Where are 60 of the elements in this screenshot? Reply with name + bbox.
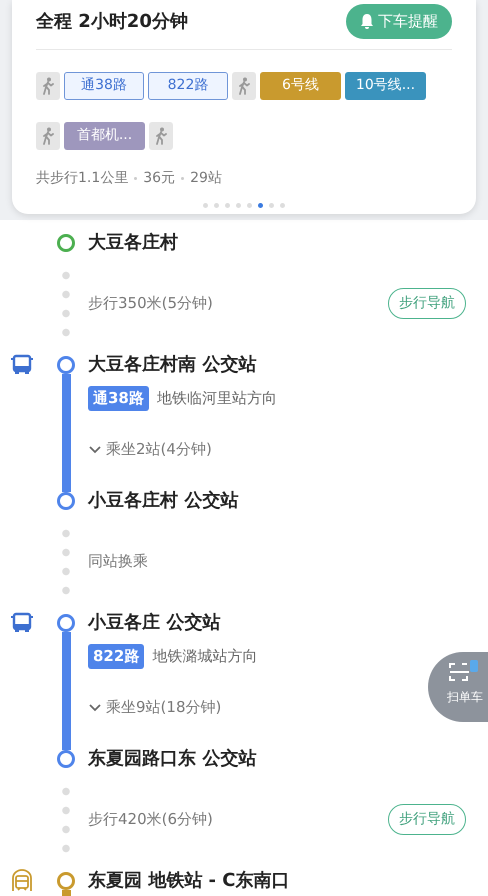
separator-dot [134, 176, 138, 180]
chevron-down-icon [88, 444, 102, 454]
bus-line-badge[interactable]: 通38路 [88, 386, 149, 411]
walking-person-icon [42, 126, 54, 144]
stop-marker [57, 234, 75, 252]
walking-person-icon [155, 126, 167, 144]
page-indicator-dot[interactable] [225, 202, 230, 208]
walking-distance: 步行420米(6分钟) [88, 809, 213, 830]
stop-marker [57, 492, 75, 510]
walking-segment[interactable] [232, 72, 256, 100]
walking-segment[interactable] [36, 122, 60, 150]
page-indicator-dot[interactable] [236, 202, 241, 208]
scan-bike-button[interactable]: 扫单车 [428, 652, 488, 722]
separator-dot [181, 176, 184, 180]
stop-name: 小豆各庄 公交站 [88, 610, 222, 634]
bell-icon [360, 13, 374, 30]
stop-marker [57, 614, 75, 632]
walking-person-icon [42, 76, 54, 94]
bus-line-tag[interactable]: 822路 [148, 72, 228, 100]
stop-name: 东夏园 地铁站 - C东南口 [88, 868, 290, 892]
ride-summary[interactable]: 乘坐2站(4分钟) [88, 438, 212, 461]
walking-person-icon [238, 76, 250, 94]
bus-icon [11, 612, 33, 634]
direction-text: 地铁临河里站方向 [156, 388, 277, 410]
scan-bike-label: 扫单车 [447, 689, 483, 706]
trip-duration: 全程 2小时20分钟 [36, 10, 188, 34]
walking-navigation-button[interactable]: 步行导航 [388, 804, 466, 835]
chevron-down-icon [88, 702, 102, 712]
page-indicator-dot[interactable] [258, 202, 263, 208]
trip-stat: 共步行1.1公里 [36, 168, 128, 188]
walking-segment[interactable] [149, 122, 173, 150]
walking-segment[interactable] [36, 72, 60, 100]
page-indicator-dot[interactable] [203, 202, 208, 208]
route-summary-card[interactable]: 全程 2小时20分钟 下车提醒 通38路 822路 6号线 10号线... 首都机... 共步行1.1公里 36元 29站 [12, 0, 476, 214]
stop-name: 大豆各庄村 [88, 230, 179, 254]
bus-line-tag[interactable]: 通38路 [64, 72, 144, 100]
stop-name: 东夏园路口东 公交站 [88, 746, 258, 770]
page-indicator-dot[interactable] [269, 202, 274, 208]
page-indicator-dot[interactable] [280, 202, 285, 208]
bus-line-badge[interactable]: 822路 [88, 644, 144, 669]
stop-name: 小豆各庄村 公交站 [88, 488, 240, 512]
arrival-alert-button[interactable]: 下车提醒 [346, 4, 452, 38]
subway-icon [11, 868, 33, 892]
subway-line-tag[interactable]: 6号线 [260, 72, 341, 100]
direction-text: 地铁潞城站方向 [152, 646, 258, 668]
ride-summary[interactable]: 乘坐9站(18分钟) [88, 696, 222, 719]
stop-marker [57, 750, 75, 768]
page-indicator-dot[interactable] [214, 202, 219, 208]
walking-navigation-button[interactable]: 步行导航 [388, 288, 466, 319]
subway-line-tag[interactable]: 首都机... [64, 122, 145, 150]
page-indicator-dot[interactable] [247, 202, 252, 208]
stop-marker [57, 356, 75, 374]
transfer-note: 同站换乘 [88, 551, 148, 572]
subway-line-tag[interactable]: 10号线... [345, 72, 426, 100]
trip-stat: 29站 [190, 168, 222, 188]
stop-name: 大豆各庄村南 公交站 [88, 352, 258, 376]
walking-distance: 步行350米(5分钟) [88, 293, 213, 314]
stop-marker [57, 872, 75, 890]
trip-stat: 36元 [143, 168, 176, 188]
bus-icon [11, 354, 33, 376]
